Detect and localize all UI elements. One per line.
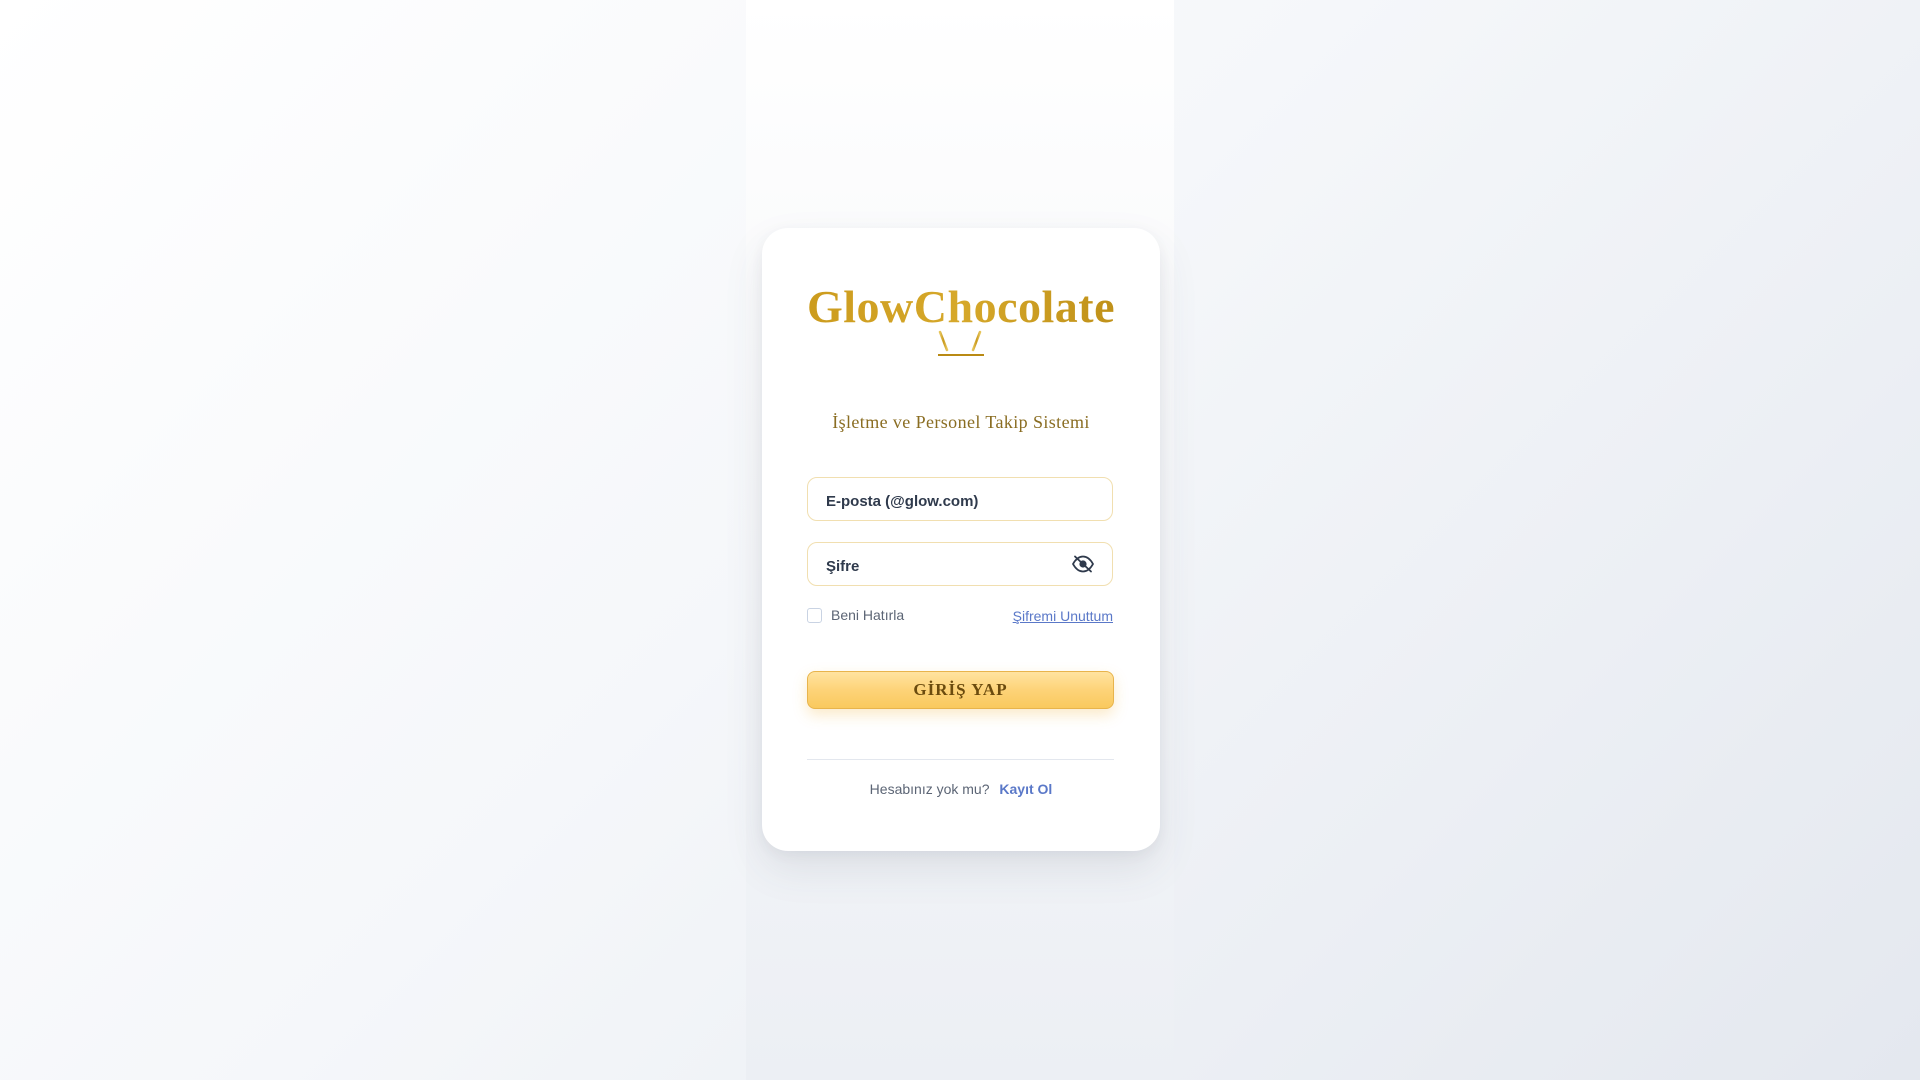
brand-title: GlowChocolate — [762, 280, 1160, 333]
forgot-password-link[interactable]: Şifremi Unuttum — [1013, 608, 1113, 624]
remember-me-toggle[interactable]: Beni Hatırla — [807, 607, 904, 623]
eye-icon[interactable] — [1072, 555, 1094, 573]
password-field-wrapper — [807, 542, 1113, 586]
email-field-wrapper — [807, 477, 1113, 521]
remember-me-label: Beni Hatırla — [831, 607, 905, 623]
app-subtitle: İşletme ve Personel Takip Sistemi — [832, 412, 1090, 432]
signup-row: Hesabınız yok mu? Kayıt Ol — [762, 781, 1160, 797]
email-input[interactable] — [808, 478, 1048, 520]
password-input[interactable] — [808, 543, 1048, 585]
login-card: GlowChocolate İşletme ve Personel Takip … — [762, 228, 1160, 851]
options-row: Beni Hatırla Şifremi Unuttum — [807, 607, 1113, 627]
remember-me-checkbox[interactable] — [807, 607, 822, 623]
crown-icon — [909, 328, 1013, 356]
signup-link[interactable]: Kayıt Ol — [999, 781, 1052, 797]
login-button[interactable]: GİRİŞ YAP — [807, 671, 1114, 709]
signup-question: Hesabınız yok mu? — [869, 781, 990, 797]
divider — [807, 759, 1114, 760]
